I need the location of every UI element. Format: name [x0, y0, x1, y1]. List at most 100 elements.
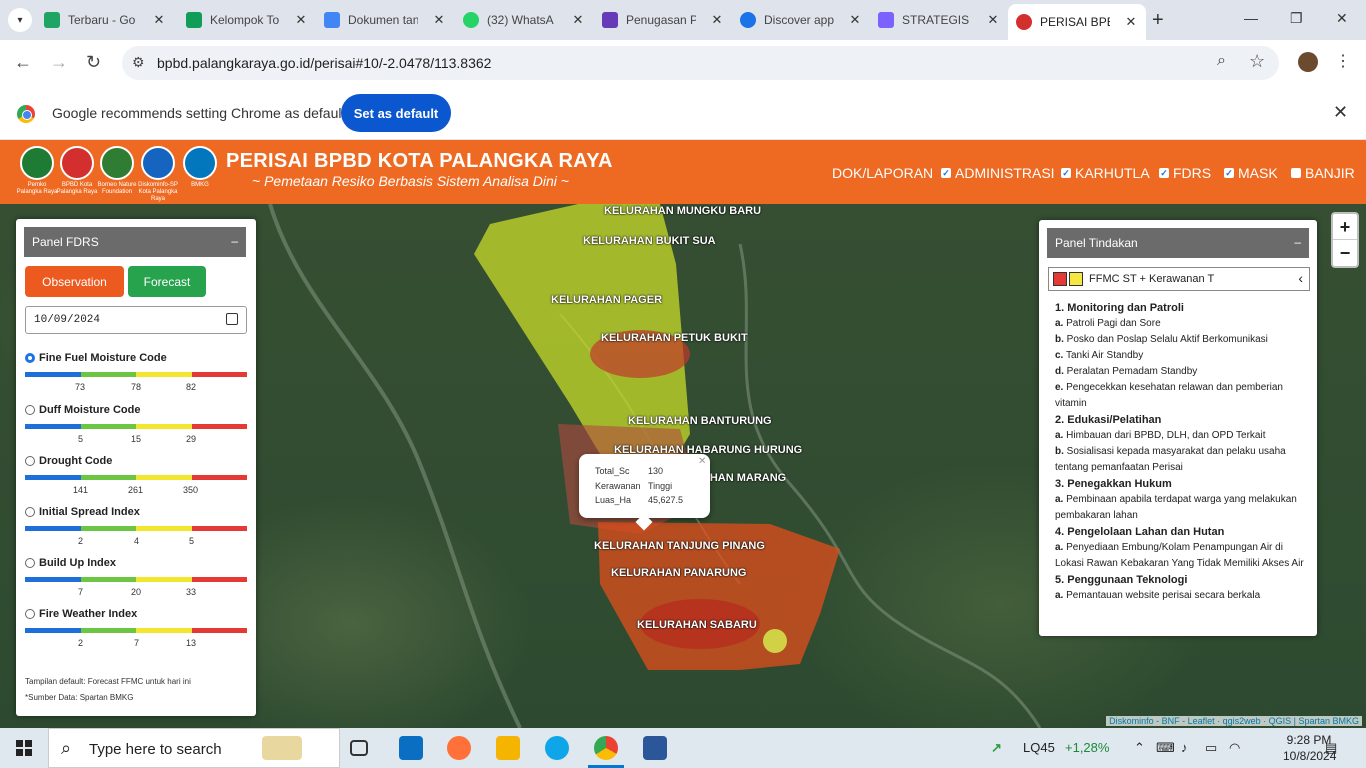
- checkbox-checked[interactable]: ✓: [941, 168, 951, 178]
- stock-name[interactable]: LQ45: [1023, 740, 1055, 755]
- nav-mask[interactable]: ✓ MASK: [1224, 165, 1278, 181]
- url-text[interactable]: bpbd.palangkaraya.go.id/perisai#10/-2.04…: [157, 55, 491, 71]
- nav-dok-laporan[interactable]: DOK/LAPORAN: [832, 165, 933, 181]
- notification-icon[interactable]: ▤: [1325, 740, 1337, 756]
- nav-karhutla[interactable]: ✓ KARHUTLA: [1061, 165, 1150, 181]
- minimize-window-icon[interactable]: —: [1244, 10, 1258, 26]
- google-forms-icon: [602, 12, 618, 28]
- close-tab-icon[interactable]: ✕: [848, 12, 862, 28]
- checkbox-checked[interactable]: ✓: [1224, 168, 1234, 178]
- map-attribution[interactable]: Diskominfo - BNF - Leaflet · qgis2web · …: [1106, 716, 1362, 726]
- radio-selected[interactable]: [25, 353, 35, 363]
- chevron-up-icon[interactable]: ⌃: [1134, 740, 1145, 756]
- list-item: a. Penyediaan Embung/Kolam Penampungan A…: [1055, 542, 1304, 569]
- color-scale: [25, 526, 247, 531]
- index-isi[interactable]: Initial Spread Index 2 4 5: [25, 506, 247, 556]
- word-icon[interactable]: [643, 736, 667, 760]
- close-tab-icon[interactable]: ✕: [1124, 14, 1138, 30]
- nav-fdrs[interactable]: ✓ FDRS: [1159, 165, 1211, 181]
- tab-5[interactable]: Penugasan P ✕: [602, 6, 724, 34]
- close-tab-icon[interactable]: ✕: [571, 12, 585, 28]
- tab-2[interactable]: Kelompok To ✕: [186, 6, 308, 34]
- checkbox-unchecked[interactable]: [1291, 168, 1301, 178]
- scale-tick: 13: [186, 638, 197, 648]
- task-view-icon[interactable]: [350, 740, 368, 756]
- radio-unselected[interactable]: [25, 609, 35, 619]
- forecast-button[interactable]: Forecast: [128, 266, 206, 297]
- close-tab-icon[interactable]: ✕: [294, 12, 308, 28]
- radio-unselected[interactable]: [25, 507, 35, 517]
- browser-tab-bar: ▾ Terbaru - Go ✕ Kelompok To ✕ Dokumen tan…: [0, 0, 1366, 40]
- bookmark-star-icon[interactable]: ☆: [1249, 51, 1265, 72]
- kelurahan-label: KELURAHAN BANTURUNG: [628, 415, 772, 427]
- tab-search-button[interactable]: ▾: [8, 8, 32, 32]
- nav-banjir[interactable]: BANJIR: [1291, 165, 1355, 181]
- checkbox-checked[interactable]: ✓: [1159, 168, 1169, 178]
- chevron-left-icon[interactable]: ‹: [1298, 270, 1303, 286]
- chrome-menu-icon[interactable]: ⋮: [1335, 51, 1351, 71]
- checkbox-checked[interactable]: ✓: [1061, 168, 1071, 178]
- file-explorer-icon[interactable]: [496, 736, 520, 760]
- firefox-icon[interactable]: [447, 736, 471, 760]
- tab-7[interactable]: STRATEGIS D✕: [878, 6, 1000, 34]
- kelurahan-label: KELURAHAN TANJUNG PINANG: [594, 540, 765, 552]
- tab-6[interactable]: Discover app ✕: [740, 6, 862, 34]
- close-infobar-icon[interactable]: ✕: [1333, 102, 1348, 123]
- taskbar-books-icon[interactable]: [262, 736, 302, 760]
- new-tab-icon[interactable]: +: [1152, 9, 1164, 32]
- profile-avatar[interactable]: [1298, 52, 1318, 72]
- zoom-in-button[interactable]: +: [1333, 214, 1357, 240]
- calendar-icon[interactable]: [226, 313, 238, 325]
- index-fwi[interactable]: Fire Weather Index 2 7 13: [25, 608, 247, 658]
- tab-8-active[interactable]: PERISAI BPBI✕: [1008, 4, 1146, 40]
- radio-unselected[interactable]: [25, 558, 35, 568]
- back-icon[interactable]: ←: [14, 52, 32, 73]
- list-item: a. Pemantauan website perisai secara ber…: [1055, 590, 1261, 601]
- close-tab-icon[interactable]: ✕: [432, 12, 446, 28]
- close-window-icon[interactable]: ✕: [1336, 10, 1348, 27]
- default-view-note: Tampilan default: Forecast FFMC untuk ha…: [25, 677, 191, 686]
- edge-icon[interactable]: [545, 736, 569, 760]
- site-info-icon[interactable]: ⚙: [132, 54, 145, 71]
- tab-1[interactable]: Terbaru - Go ✕: [44, 6, 166, 34]
- close-tab-icon[interactable]: ✕: [152, 12, 166, 28]
- index-dc[interactable]: Drought Code 141 261 350: [25, 455, 247, 505]
- zoom-icon[interactable]: ⌕: [1217, 52, 1226, 70]
- close-tab-icon[interactable]: ✕: [986, 12, 1000, 28]
- search-icon: ⌕: [61, 738, 72, 758]
- section-heading: 2. Edukasi/Pelatihan: [1055, 414, 1162, 426]
- scale-tick: 141: [73, 485, 89, 495]
- minimize-panel-icon[interactable]: –: [1294, 235, 1301, 249]
- tab-4[interactable]: (32) WhatsA ✕: [463, 6, 585, 34]
- set-as-default-button[interactable]: Set as default: [341, 94, 451, 132]
- index-dmc[interactable]: Duff Moisture Code 5 15 29: [25, 404, 247, 454]
- zoom-out-button[interactable]: −: [1333, 240, 1357, 266]
- windows-start-icon[interactable]: [16, 740, 32, 756]
- battery-icon[interactable]: ▭: [1205, 740, 1217, 756]
- close-tab-icon[interactable]: ✕: [710, 12, 724, 28]
- tab-3[interactable]: Dokumen tan ✕: [324, 6, 446, 34]
- minimize-panel-icon[interactable]: –: [231, 234, 238, 248]
- chrome-taskbar-icon[interactable]: [594, 736, 618, 760]
- keyboard-icon[interactable]: ⌨: [1156, 740, 1175, 756]
- index-bui[interactable]: Build Up Index 7 20 33: [25, 557, 247, 607]
- observation-button[interactable]: Observation: [25, 266, 124, 297]
- omnibox[interactable]: ⚙ bpbd.palangkaraya.go.id/perisai#10/-2.…: [122, 46, 1279, 80]
- close-popup-icon[interactable]: ✕: [698, 456, 706, 467]
- restore-window-icon[interactable]: ❐: [1290, 10, 1303, 27]
- date-input[interactable]: 10/09/2024: [25, 306, 247, 334]
- default-browser-infobar: Google recommends setting Chrome as defa…: [0, 86, 1366, 140]
- mail-icon[interactable]: [399, 736, 423, 760]
- stock-change[interactable]: +1,28%: [1065, 740, 1109, 755]
- wifi-icon[interactable]: ◠: [1229, 740, 1240, 756]
- reload-icon[interactable]: ↻: [86, 52, 101, 73]
- index-ffmc[interactable]: Fine Fuel Moisture Code 73 78 82: [25, 352, 247, 402]
- radio-unselected[interactable]: [25, 405, 35, 415]
- legend-selector[interactable]: FFMC ST + Kerawanan T ‹: [1048, 267, 1310, 291]
- volume-icon[interactable]: ♪: [1181, 740, 1188, 755]
- kelurahan-label: KELURAHAN PAGER: [551, 294, 663, 306]
- nav-administrasi[interactable]: ✓ ADMINISTRASI: [941, 165, 1055, 181]
- scale-tick: 20: [131, 587, 142, 597]
- radio-unselected[interactable]: [25, 456, 35, 466]
- forward-icon[interactable]: →: [50, 52, 68, 73]
